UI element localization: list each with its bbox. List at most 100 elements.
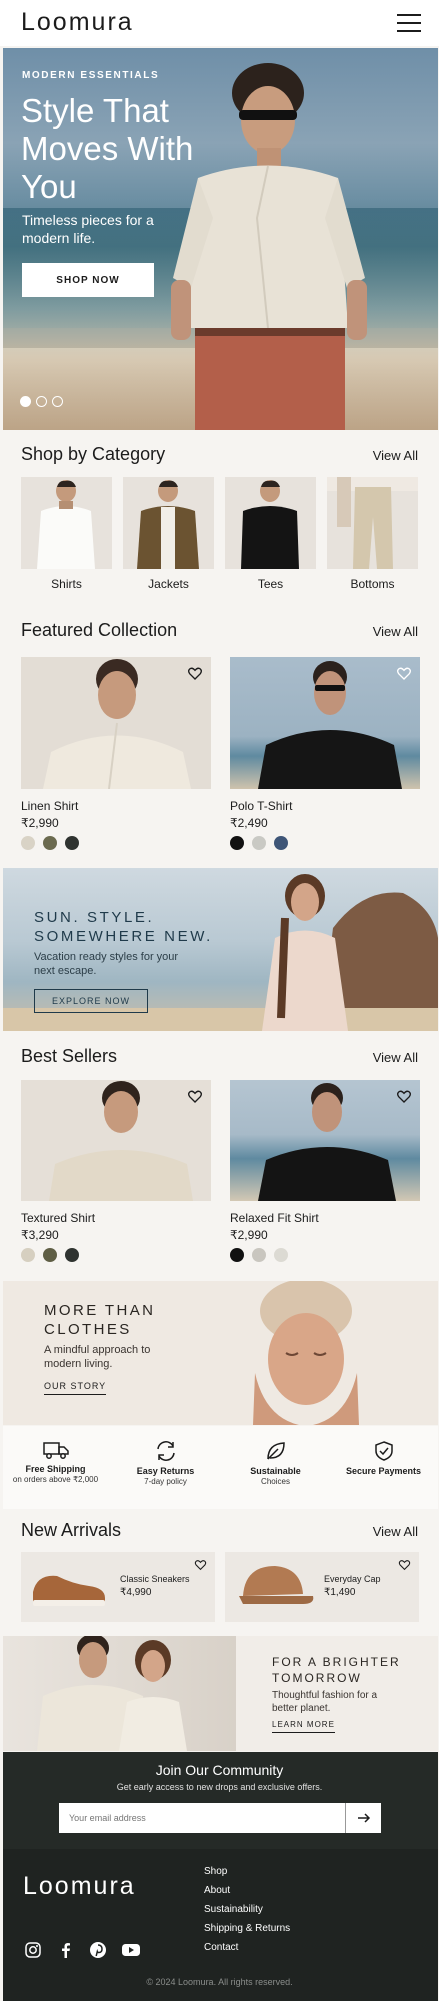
color-swatch[interactable] [43,836,57,850]
footer-link-shipping-returns[interactable]: Shipping & Returns [204,1923,290,1934]
color-swatch[interactable] [252,1248,266,1262]
product-price: ₹2,490 [230,816,268,830]
explore-now-button[interactable]: EXPLORE NOW [34,989,148,1013]
color-swatches [21,1248,211,1262]
arrow-right-icon [357,1813,370,1823]
product-price: ₹4,990 [120,1587,152,1598]
category-shirts[interactable]: Shirts [21,477,112,591]
footer-link-shop[interactable]: Shop [204,1866,227,1877]
category-image [225,477,316,569]
color-swatch[interactable] [21,836,35,850]
wishlist-heart-icon[interactable] [187,1088,203,1104]
planet-banner-title: FOR A BRIGHTER TOMORROW [272,1655,401,1685]
features-bar: Free Shipping on orders above ₹2,000 Eas… [3,1426,438,1509]
product-name: Everyday Cap [324,1574,381,1584]
newsletter-submit-button[interactable] [345,1803,381,1833]
feature-easy-returns: Easy Returns 7-day policy [113,1440,218,1486]
color-swatch[interactable] [274,1248,288,1262]
feature-free-shipping: Free Shipping on orders above ₹2,000 [3,1440,108,1484]
product-card-textured-shirt[interactable]: Textured Shirt ₹3,290 [21,1080,211,1262]
site-header: Loomura [0,0,439,46]
featured-view-all-link[interactable]: View All [373,624,418,639]
hero-subtitle: Timeless pieces for a modern life. [22,212,154,246]
wishlist-heart-icon[interactable] [194,1558,207,1571]
product-price: ₹2,990 [230,1228,268,1242]
color-swatch[interactable] [274,836,288,850]
featured-section-title: Featured Collection [21,620,178,640]
best-sellers-view-all-link[interactable]: View All [373,1050,418,1065]
color-swatch[interactable] [252,836,266,850]
feature-sustainable: Sustainable Choices [223,1440,328,1486]
product-name: Textured Shirt [21,1211,96,1225]
feature-title: Free Shipping [25,1464,86,1474]
category-image [21,477,112,569]
product-name: Classic Sneakers [120,1574,190,1584]
color-swatches [230,836,420,850]
product-price: ₹3,290 [21,1228,59,1242]
product-price: ₹2,990 [21,816,59,830]
shield-check-icon [374,1441,393,1461]
banner-couple-image [3,1636,236,1751]
feature-title: Easy Returns [136,1466,195,1476]
footer-link-contact[interactable]: Contact [204,1942,238,1953]
youtube-icon[interactable] [121,1941,141,1959]
color-swatch[interactable] [65,1248,79,1262]
color-swatch[interactable] [230,836,244,850]
product-image [230,657,420,789]
category-section-title: Shop by Category [21,444,166,464]
category-jackets[interactable]: Jackets [123,477,214,591]
product-name: Polo T-Shirt [230,799,293,813]
wishlist-heart-icon[interactable] [396,665,412,681]
hero-kicker: MODERN ESSENTIALS [22,70,160,81]
summer-banner-subtitle: Vacation ready styles for your next esca… [34,951,179,977]
feature-subtitle: 7-day policy [144,1477,187,1486]
story-banner-title: MORE THAN CLOTHES [44,1302,156,1338]
feature-subtitle: Choices [261,1477,290,1486]
product-card-polo-tshirt[interactable]: Polo T-Shirt ₹2,490 [230,657,420,850]
email-input[interactable] [59,1803,346,1833]
color-swatch[interactable] [43,1248,57,1262]
product-name: Relaxed Fit Shirt [230,1211,319,1225]
new-arrivals-section-title: New Arrivals [21,1520,122,1540]
footer-link-about[interactable]: About [204,1885,230,1896]
hamburger-menu-icon[interactable] [397,14,421,32]
footer-logo[interactable]: Loomura [23,1872,136,1901]
wishlist-heart-icon[interactable] [398,1558,411,1571]
footer-link-sustainability[interactable]: Sustainability [204,1904,263,1915]
category-image [327,477,418,569]
instagram-icon[interactable] [24,1941,42,1959]
leaf-icon [266,1442,285,1460]
product-name: Linen Shirt [21,799,79,813]
logo[interactable]: Loomura [21,8,134,37]
learn-more-link[interactable]: LEARN MORE [272,1720,335,1733]
category-tees[interactable]: Tees [225,477,316,591]
new-arrivals-view-all-link[interactable]: View All [373,1524,418,1539]
shop-now-button[interactable]: SHOP NOW [22,263,154,297]
feature-title: Sustainable [250,1466,301,1476]
wishlist-heart-icon[interactable] [396,1088,412,1104]
product-image [230,1080,420,1201]
product-card-everyday-cap[interactable]: Everyday Cap ₹1,490 [225,1552,419,1622]
story-banner-subtitle: A mindful approach to modern living. [44,1344,151,1370]
summer-banner-title: SUN. STYLE. SOMEWHERE NEW. [34,909,213,945]
color-swatch[interactable] [21,1248,35,1262]
pinterest-icon[interactable] [89,1941,107,1959]
facebook-icon[interactable] [57,1941,75,1959]
product-card-linen-shirt[interactable]: Linen Shirt ₹2,990 [21,657,211,850]
copyright: © 2024 Loomura. All rights reserved. [146,1977,293,1987]
feature-secure-payments: Secure Payments [331,1440,436,1477]
wishlist-heart-icon[interactable] [187,665,203,681]
product-image [21,1080,211,1201]
product-card-relaxed-fit-shirt[interactable]: Relaxed Fit Shirt ₹2,990 [230,1080,420,1262]
category-bottoms[interactable]: Bottoms [327,477,418,591]
color-swatch[interactable] [65,836,79,850]
category-label: Tees [257,577,284,591]
feature-subtitle: on orders above ₹2,000 [12,1475,99,1484]
our-story-link[interactable]: OUR STORY [44,1381,107,1395]
product-price: ₹1,490 [324,1587,356,1598]
category-view-all-link[interactable]: View All [373,448,418,463]
truck-icon [42,1442,69,1459]
color-swatch[interactable] [230,1248,244,1262]
product-card-classic-sneakers[interactable]: Classic Sneakers ₹4,990 [21,1552,215,1622]
cap-image [239,1566,314,1604]
